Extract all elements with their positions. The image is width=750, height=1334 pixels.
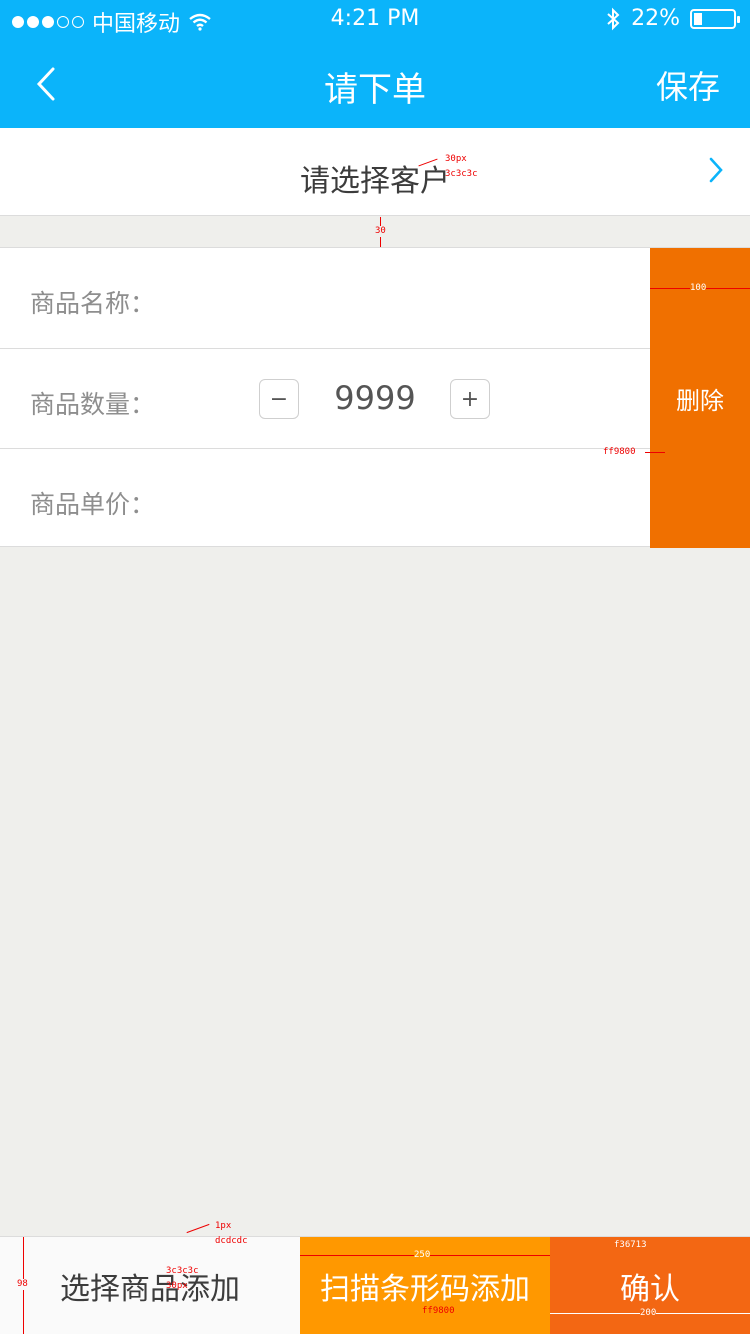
annotation-text: 30: [375, 226, 386, 237]
quantity-value[interactable]: 9999: [300, 379, 450, 417]
nav-bar: 请下单 保存: [0, 40, 750, 128]
quantity-increase-button[interactable]: +: [450, 379, 490, 419]
product-price-field[interactable]: 商品单价：: [0, 448, 650, 548]
annotation-text: dcdcdc: [215, 1236, 248, 1246]
bluetooth-icon: [607, 7, 620, 30]
annotation-leader: [645, 452, 665, 453]
product-name-label: 商品名称：: [30, 289, 156, 318]
annotation-text: 100: [690, 283, 707, 294]
annotation-text: 30px: [445, 154, 467, 164]
order-item-card: 商品名称： 商品数量： − 9999 + 商品单价： 删除: [0, 247, 750, 548]
product-quantity-field: 商品数量： − 9999 +: [0, 348, 650, 448]
annotation-text: 98: [17, 1279, 28, 1290]
battery-percent: 22%: [631, 6, 680, 31]
confirm-button[interactable]: 确认: [550, 1237, 750, 1334]
product-name-field[interactable]: 商品名称：: [0, 248, 650, 348]
chevron-right-icon: [709, 157, 723, 183]
annotation-text: 1px: [215, 1221, 232, 1231]
battery-icon: [690, 8, 740, 29]
annotation-text: 3c3c3c: [166, 1266, 199, 1276]
annotation-text: f36713: [614, 1240, 647, 1250]
save-button[interactable]: 保存: [656, 62, 720, 108]
customer-selector[interactable]: 请选择客户: [0, 128, 750, 216]
annotation-text: 3c3c3c: [445, 169, 478, 179]
annotation-text: ff9800: [603, 447, 636, 457]
annotation-text: 30px: [166, 1281, 188, 1291]
annotation-text: ff9800: [422, 1306, 455, 1316]
product-quantity-label: 商品数量：: [30, 390, 156, 419]
select-product-button[interactable]: 选择商品添加: [0, 1237, 300, 1334]
status-bar: 中国移动 4:21 PM 22%: [0, 0, 750, 40]
annotation-text: 250: [414, 1250, 431, 1261]
quantity-decrease-button[interactable]: −: [259, 379, 299, 419]
customer-label: 请选择客户: [300, 164, 450, 199]
product-price-label: 商品单价：: [30, 490, 156, 519]
page-title: 请下单: [324, 70, 426, 110]
status-right: 22%: [605, 6, 740, 31]
annotation-leader: [186, 1223, 210, 1234]
annotation-text: 200: [640, 1308, 657, 1319]
